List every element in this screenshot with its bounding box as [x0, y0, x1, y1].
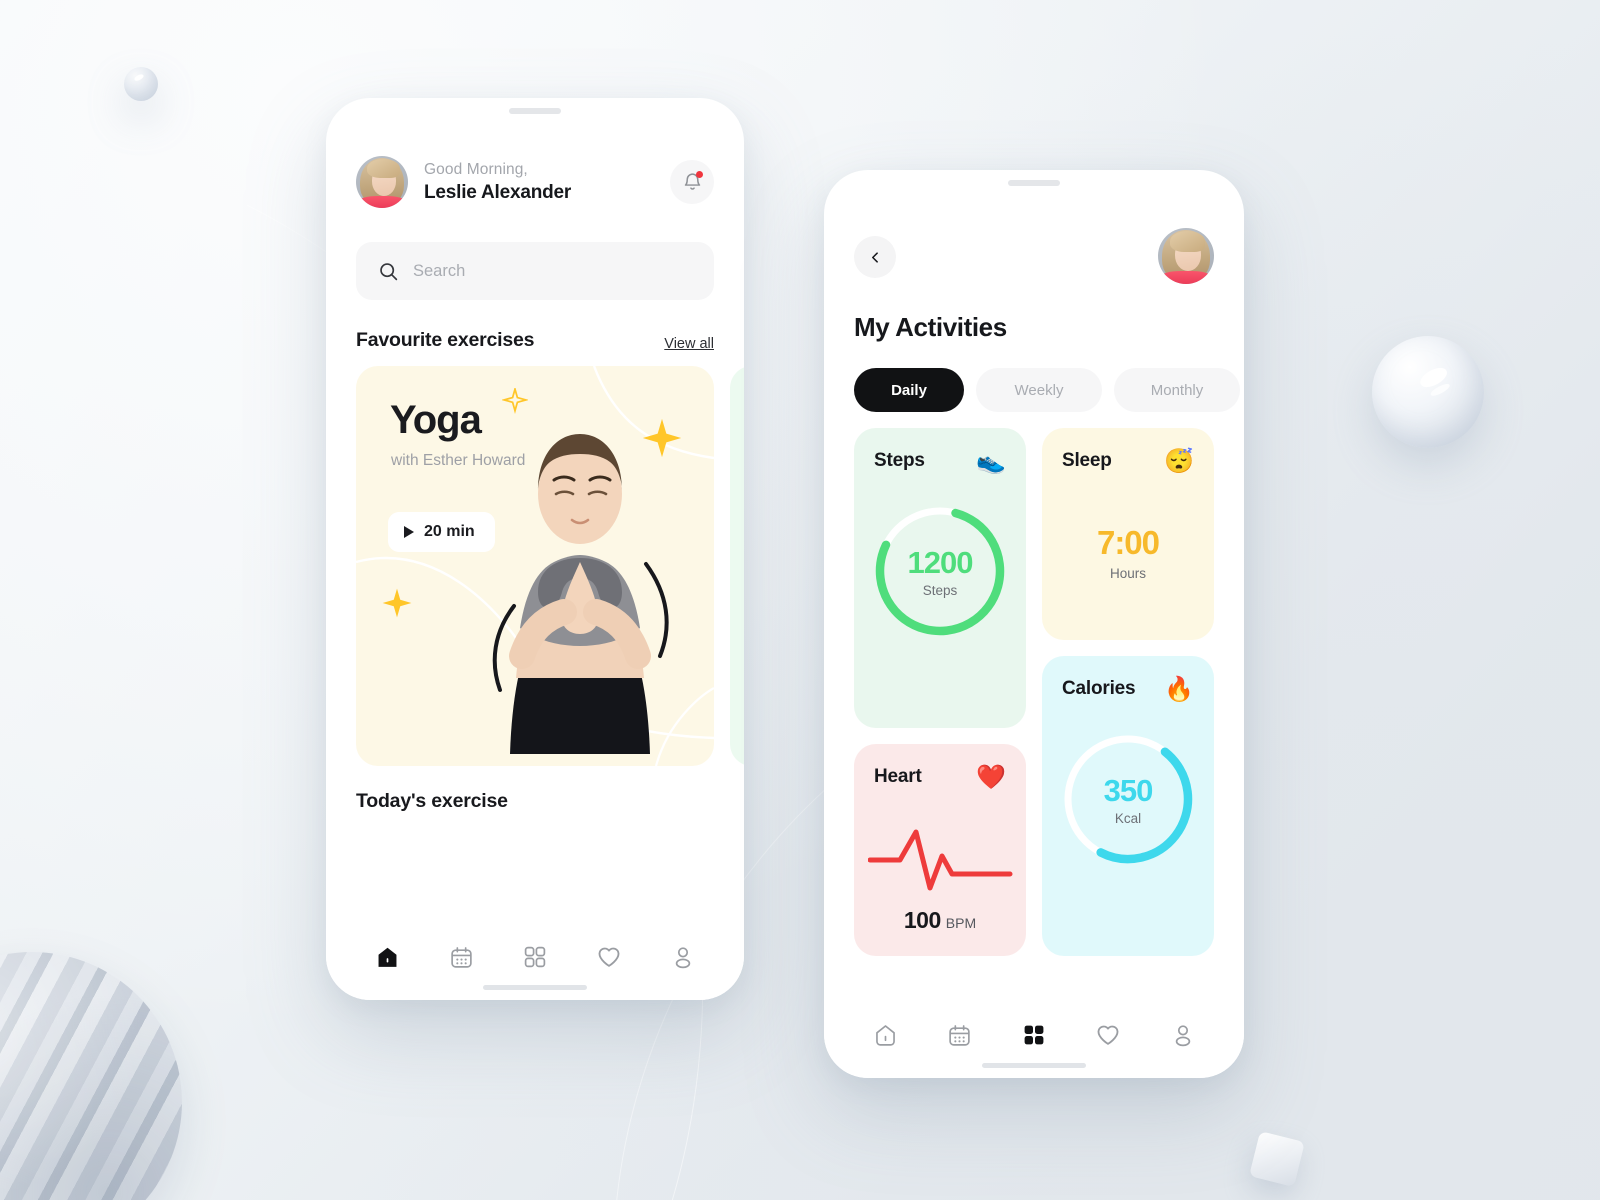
yoga-card-instructor: with Esther Howard — [391, 452, 526, 469]
favourite-card-next[interactable] — [730, 366, 744, 766]
play-icon — [404, 526, 414, 538]
nav-home[interactable] — [863, 1013, 907, 1057]
decor-sphere-small — [124, 67, 158, 101]
heart-icon: ❤️ — [976, 764, 1006, 791]
notification-button[interactable] — [670, 160, 714, 204]
period-tabs: Daily Weekly Monthly — [854, 368, 1244, 412]
heart-unit: BPM — [945, 915, 977, 931]
activity-card-steps[interactable]: Steps 👟 1200 Steps — [854, 428, 1026, 728]
fire-icon: 🔥 — [1164, 676, 1194, 703]
nav-favourites[interactable] — [587, 935, 631, 979]
activity-card-heart[interactable]: Heart ❤️ 100 BPM — [854, 744, 1026, 956]
duration-label: 20 min — [424, 523, 475, 540]
nav-grid[interactable] — [513, 935, 557, 979]
calendar-icon — [450, 946, 472, 968]
grid-icon — [1024, 1025, 1044, 1045]
heart-icon — [1097, 1025, 1119, 1045]
sleep-unit: Hours — [1109, 566, 1146, 581]
profile-icon — [675, 947, 691, 969]
search-input[interactable]: Search — [356, 242, 714, 300]
activity-card-calories[interactable]: Calories 🔥 350 Kcal — [1042, 656, 1214, 956]
nav-home[interactable] — [365, 935, 409, 979]
back-button[interactable] — [854, 236, 896, 278]
sneaker-icon: 👟 — [976, 448, 1006, 475]
favourite-card-yoga[interactable]: Yoga with Esther Howard 20 min — [356, 366, 714, 766]
nav-profile[interactable] — [1161, 1013, 1205, 1057]
user-name: Leslie Alexander — [424, 181, 572, 203]
home-indicator — [982, 1063, 1086, 1068]
favourites-carousel: Yoga with Esther Howard 20 min — [356, 366, 744, 766]
yoga-card-title: Yoga — [390, 398, 482, 442]
home-indicator — [483, 985, 587, 990]
home-icon — [378, 947, 396, 967]
heart-value: 100 — [903, 907, 941, 933]
today-header: Today's exercise — [356, 790, 714, 813]
greeting-text: Good Morning, — [424, 160, 528, 178]
duration-play-button[interactable]: 20 min — [388, 512, 495, 552]
phone-home-screen: Good Morning, Leslie Alexander Search Fa… — [326, 98, 744, 1000]
heart-rate-waveform — [868, 829, 1013, 891]
view-all-link[interactable]: View all — [664, 336, 714, 352]
steps-unit: Steps — [922, 582, 958, 598]
favourites-header: Favourite exercises View all — [356, 329, 714, 352]
decor-striped-sphere — [0, 952, 182, 1200]
card-title-calories: Calories — [1062, 678, 1136, 699]
card-title-steps: Steps — [874, 450, 925, 471]
calories-value: 350 — [1103, 772, 1154, 808]
tab-daily[interactable]: Daily — [854, 368, 964, 412]
nav-profile[interactable] — [661, 935, 705, 979]
section-title-today: Today's exercise — [356, 790, 508, 812]
sleep-readout: 7:00 Hours — [1042, 524, 1214, 581]
heart-readout: 100 BPM — [854, 907, 1026, 934]
nav-grid[interactable] — [1012, 1013, 1056, 1057]
chevron-left-icon — [871, 251, 878, 263]
sleeping-face-icon: 😴 — [1164, 448, 1194, 475]
sleep-value: 7:00 — [1096, 524, 1160, 561]
home-icon — [875, 1024, 895, 1046]
calories-progress-ring: 350 Kcal — [1059, 730, 1197, 868]
profile-icon — [1175, 1025, 1191, 1047]
sparkle-icon — [382, 588, 412, 618]
background-decoration — [0, 0, 1600, 1200]
decor-sphere-large — [1372, 336, 1484, 448]
avatar[interactable] — [1158, 228, 1214, 284]
avatar[interactable] — [356, 156, 408, 208]
calories-unit: Kcal — [1114, 810, 1142, 826]
search-placeholder: Search — [413, 261, 466, 280]
steps-progress-ring: 1200 Steps — [871, 502, 1009, 640]
search-icon — [380, 262, 398, 280]
page-title: My Activities — [854, 312, 1007, 342]
calendar-icon — [949, 1024, 970, 1046]
phone-speaker — [509, 108, 561, 114]
nav-calendar[interactable] — [439, 935, 483, 979]
grid-icon — [524, 946, 546, 968]
home-header: Good Morning, Leslie Alexander — [356, 156, 714, 208]
section-title-favourites: Favourite exercises — [356, 329, 535, 351]
heart-icon — [598, 947, 620, 967]
card-title-sleep: Sleep — [1062, 450, 1112, 471]
decor-cube — [1249, 1131, 1305, 1187]
activity-card-sleep[interactable]: Sleep 😴 7:00 Hours — [1042, 428, 1214, 640]
nav-favourites[interactable] — [1086, 1013, 1130, 1057]
tab-monthly[interactable]: Monthly — [1114, 368, 1240, 412]
card-title-heart: Heart — [874, 766, 922, 787]
notification-dot — [696, 171, 703, 178]
phone-speaker — [1008, 180, 1060, 186]
steps-value: 1200 — [907, 544, 974, 580]
nav-calendar[interactable] — [938, 1013, 982, 1057]
sparkle-icon — [502, 388, 528, 414]
tab-weekly[interactable]: Weekly — [976, 368, 1102, 412]
phone-activities-screen: My Activities Daily Weekly Monthly Steps… — [824, 170, 1244, 1078]
